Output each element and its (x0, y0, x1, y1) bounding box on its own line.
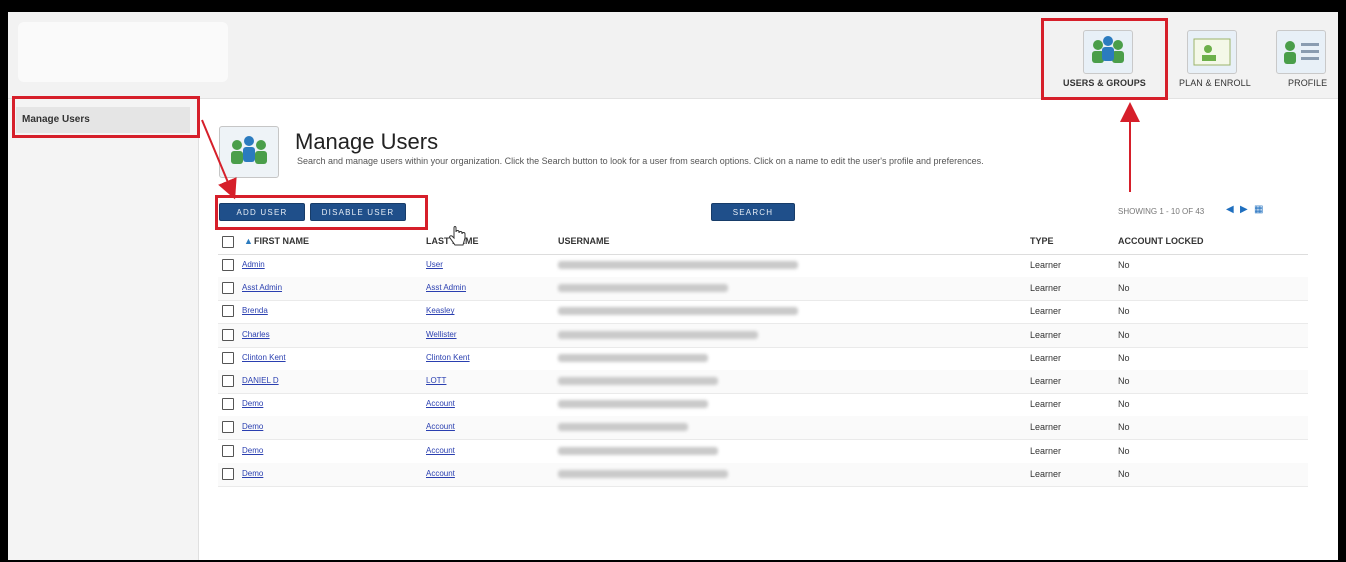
account-locked-cell: No (1118, 399, 1130, 410)
username-redacted (558, 400, 708, 409)
table-row[interactable]: Demo Account Learner No (218, 393, 1308, 418)
first-name-link[interactable]: Clinton Kent (242, 353, 286, 362)
table-row[interactable]: Charles Wellister Learner No (218, 323, 1308, 348)
highlight-action-buttons (215, 195, 428, 230)
first-name-link[interactable]: Brenda (242, 306, 268, 315)
username-redacted (558, 423, 688, 432)
table-header: ▲ FIRST NAME LAST NAME USERNAME TYPE ACC… (218, 230, 1308, 255)
column-first-name[interactable]: FIRST NAME (254, 236, 309, 246)
highlight-users-groups (1041, 18, 1168, 100)
last-name-link[interactable]: Clinton Kent (426, 353, 470, 362)
username-redacted (558, 446, 718, 455)
app-window: USERS & GROUPS PLAN & ENROLL PROFILE Man… (8, 12, 1338, 560)
page-description: Search and manage users within your orga… (297, 156, 984, 166)
hand-cursor-icon (449, 226, 466, 246)
last-name-link[interactable]: Account (426, 446, 455, 455)
row-checkbox[interactable] (222, 282, 234, 295)
username-redacted (558, 469, 728, 478)
nav-label: PLAN & ENROLL (1179, 78, 1251, 88)
username-redacted (558, 307, 798, 316)
first-name-link[interactable]: DANIEL D (242, 376, 279, 385)
last-name-link[interactable]: Wellister (426, 330, 457, 339)
logo-area (18, 22, 228, 82)
search-button[interactable]: SEARCH (711, 203, 795, 221)
table-row[interactable]: DANIEL D LOTT Learner No (218, 370, 1308, 394)
username-redacted (558, 330, 758, 339)
last-name-link[interactable]: LOTT (426, 376, 446, 385)
row-checkbox[interactable] (222, 328, 234, 341)
column-username[interactable]: USERNAME (558, 236, 610, 246)
table-row[interactable]: Demo Account Learner No (218, 416, 1308, 441)
table-row[interactable]: Brenda Keasley Learner No (218, 300, 1308, 325)
row-checkbox[interactable] (222, 351, 234, 364)
type-cell: Learner (1030, 445, 1062, 456)
last-name-link[interactable]: User (426, 260, 443, 269)
row-checkbox[interactable] (222, 375, 234, 387)
table-row[interactable]: Demo Account Learner No (218, 440, 1308, 464)
type-cell: Learner (1030, 283, 1062, 294)
sort-asc-icon[interactable]: ▲ (244, 236, 253, 246)
plan-enroll-icon (1187, 30, 1237, 74)
type-cell: Learner (1030, 352, 1062, 363)
highlight-sidebar-manage-users (12, 96, 200, 138)
first-name-link[interactable]: Charles (242, 330, 270, 339)
sidebar: Manage Users (8, 99, 199, 560)
account-locked-cell: No (1118, 376, 1130, 386)
account-locked-cell: No (1118, 306, 1130, 317)
select-all-checkbox[interactable] (222, 236, 234, 248)
username-redacted (558, 353, 708, 362)
type-cell: Learner (1030, 260, 1062, 270)
row-checkbox[interactable] (222, 467, 234, 480)
first-name-link[interactable]: Demo (242, 469, 263, 478)
table-row[interactable]: Admin User Learner No (218, 254, 1308, 278)
grid-view-icon[interactable]: ▦ (1254, 204, 1263, 215)
first-name-link[interactable]: Demo (242, 422, 263, 431)
account-locked-cell: No (1118, 422, 1130, 433)
table-row[interactable]: Demo Account Learner No (218, 462, 1308, 487)
username-redacted (558, 377, 718, 385)
row-checkbox[interactable] (222, 444, 234, 457)
profile-icon (1276, 30, 1326, 74)
table-row[interactable]: Clinton Kent Clinton Kent Learner No (218, 347, 1308, 371)
type-cell: Learner (1030, 329, 1062, 340)
last-name-link[interactable]: Keasley (426, 306, 454, 315)
type-cell: Learner (1030, 399, 1062, 410)
account-locked-cell: No (1118, 352, 1130, 363)
username-redacted (558, 261, 798, 269)
account-locked-cell: No (1118, 260, 1130, 270)
username-redacted (558, 284, 728, 293)
account-locked-cell: No (1118, 283, 1130, 294)
account-locked-cell: No (1118, 445, 1130, 456)
account-locked-cell: No (1118, 329, 1130, 340)
first-name-link[interactable]: Demo (242, 399, 263, 408)
nav-label: PROFILE (1288, 78, 1328, 88)
last-name-link[interactable]: Account (426, 422, 455, 431)
type-cell: Learner (1030, 422, 1062, 433)
manage-users-icon (219, 126, 279, 178)
column-type[interactable]: TYPE (1030, 236, 1054, 246)
type-cell: Learner (1030, 468, 1062, 479)
prev-page-icon[interactable]: ◀ (1226, 204, 1234, 215)
row-checkbox[interactable] (222, 305, 234, 318)
pagination-status: SHOWING 1 - 10 OF 43 (1118, 207, 1205, 216)
nav-plan-enroll[interactable]: PLAN & ENROLL (1171, 12, 1251, 98)
table-row[interactable]: Asst Admin Asst Admin Learner No (218, 277, 1308, 302)
row-checkbox[interactable] (222, 421, 234, 434)
account-locked-cell: No (1118, 468, 1130, 479)
page-title: Manage Users (295, 129, 439, 154)
row-checkbox[interactable] (222, 259, 234, 271)
first-name-link[interactable]: Admin (242, 260, 265, 269)
last-name-link[interactable]: Account (426, 399, 455, 408)
first-name-link[interactable]: Demo (242, 446, 263, 455)
type-cell: Learner (1030, 376, 1062, 386)
nav-profile[interactable]: PROFILE (1270, 12, 1338, 98)
type-cell: Learner (1030, 306, 1062, 317)
column-account-locked[interactable]: ACCOUNT LOCKED (1118, 236, 1204, 246)
last-name-link[interactable]: Asst Admin (426, 283, 466, 292)
first-name-link[interactable]: Asst Admin (242, 283, 282, 292)
row-checkbox[interactable] (222, 398, 234, 411)
last-name-link[interactable]: Account (426, 469, 455, 478)
next-page-icon[interactable]: ▶ (1240, 204, 1248, 215)
